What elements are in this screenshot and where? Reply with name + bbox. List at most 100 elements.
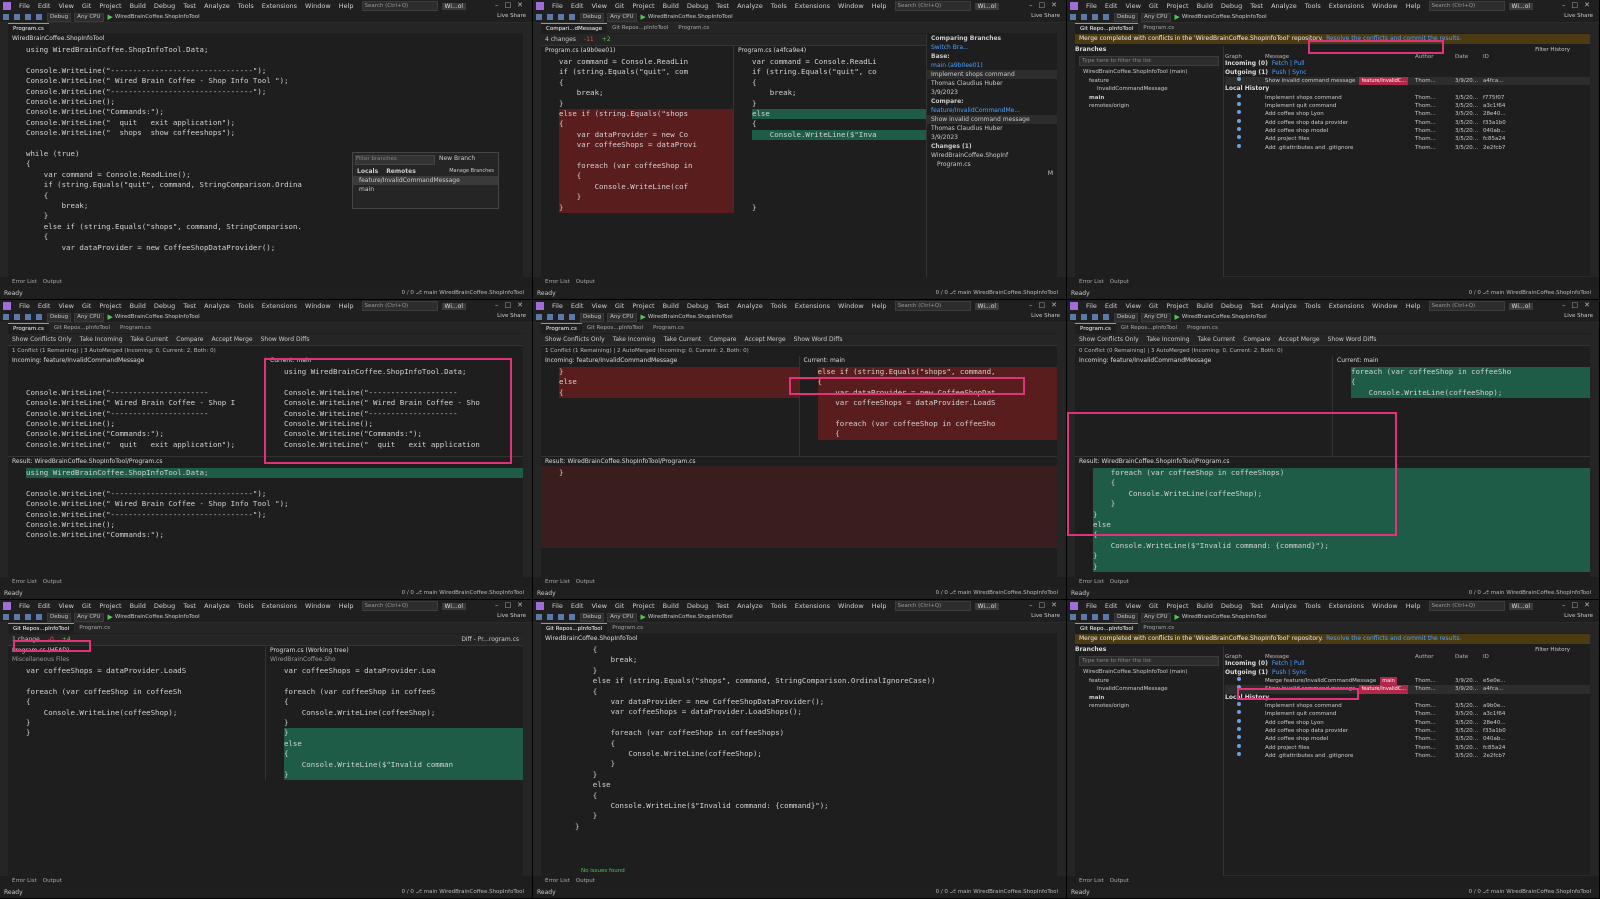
left-tool-strip[interactable] (533, 623, 541, 876)
start-target[interactable]: WiredBrainCoffee.ShopInfoTool (1182, 14, 1267, 20)
toolbar-icon[interactable] (1092, 314, 1098, 320)
diff-viewer[interactable]: 1 change -0 +4 Diff - Pr...rogram.cs Program… (8, 634, 523, 876)
menu-item[interactable]: Extensions (1325, 2, 1368, 10)
menu-item[interactable]: Edit (1101, 602, 1122, 610)
menu-item[interactable]: Edit (34, 602, 55, 610)
start-icon[interactable]: ▶ (641, 613, 646, 621)
window-controls[interactable]: –□✕ (1562, 601, 1596, 609)
commit-row[interactable]: Implement shops command Thom... 3/5/20... a… (1225, 702, 1590, 710)
status-branch[interactable]: main (958, 590, 972, 596)
commit-row[interactable]: Add .gitattributes and .gitignore Thom...… (1225, 143, 1590, 152)
menu-item[interactable]: Extensions (1325, 302, 1368, 310)
toolbar-icon[interactable] (569, 14, 575, 20)
menu-item[interactable]: Git (78, 2, 95, 10)
status-project[interactable]: WiredBrainCoffee.ShopInfoTool (973, 889, 1058, 895)
menu-item[interactable]: View (1121, 302, 1144, 310)
current-pane[interactable]: Current: main else if (string.Equals("sho… (798, 356, 1057, 456)
menu-item[interactable]: View (54, 2, 77, 10)
status-branch[interactable]: main (1491, 590, 1505, 596)
history-column-header[interactable]: Author (1415, 54, 1455, 60)
toolbar-icon[interactable] (547, 14, 553, 20)
menu-item[interactable]: Git (1145, 2, 1162, 10)
toolbar-icon[interactable] (1092, 14, 1098, 20)
incoming-section[interactable]: Incoming (0) Fetch | Pull (1225, 60, 1590, 68)
start-target[interactable]: WiredBrainCoffee.ShopInfoTool (1182, 614, 1267, 620)
toolbar-icon[interactable] (36, 614, 42, 620)
menu-item[interactable]: View (587, 2, 610, 10)
document-tab[interactable]: Program.cs (1182, 323, 1223, 333)
toolbar-icon[interactable] (1081, 614, 1087, 620)
commit-row[interactable]: Add .gitattributes and .gitignore Thom...… (1225, 751, 1590, 760)
menu-item[interactable]: File (548, 302, 567, 310)
window-controls[interactable]: –□✕ (1029, 301, 1063, 309)
document-tab[interactable]: Program.cs (607, 623, 648, 633)
status-counts[interactable]: 0 / 0 (936, 290, 948, 296)
status-project[interactable]: WiredBrainCoffee.ShopInfoTool (1506, 290, 1591, 296)
toolbar-icon[interactable] (536, 14, 542, 20)
branch-tree-node[interactable]: remotes/origin (1075, 102, 1223, 110)
document-tab[interactable]: Git Repo...pInfoTool (1075, 623, 1139, 633)
code-block[interactable]: var command = Console.ReadLin if (string.… (541, 55, 733, 214)
menu-item[interactable]: File (15, 602, 34, 610)
solution-badge[interactable]: Wi...ol (441, 2, 467, 10)
document-tab[interactable]: Program.cs (74, 623, 115, 633)
solution-badge[interactable]: Wi...ol (1508, 2, 1534, 10)
error-list-tab[interactable]: Error List (1079, 878, 1104, 884)
menu-item[interactable]: Analyze (1267, 602, 1301, 610)
menu-item[interactable]: Window (834, 2, 868, 10)
status-project[interactable]: WiredBrainCoffee.ShopInfoTool (973, 590, 1058, 596)
output-tab[interactable]: Output (43, 878, 62, 884)
live-share-button[interactable]: Live Share (1031, 13, 1060, 19)
toolbar-icon[interactable] (558, 314, 564, 320)
menu-item[interactable]: Tools (767, 602, 791, 610)
document-tab[interactable]: Program.cs (8, 23, 49, 33)
status-project[interactable]: WiredBrainCoffee.ShopInfoTool (973, 290, 1058, 296)
history-pane[interactable]: Filter History Graph Message Author Date ID In… (1225, 46, 1590, 277)
menu-item[interactable]: View (54, 302, 77, 310)
compare-pane-line[interactable]: main (a9b0ee01) (927, 61, 1057, 70)
menu-item[interactable]: Git (611, 602, 628, 610)
status-branch[interactable]: main (424, 889, 438, 895)
search-input[interactable]: Search (Ctrl+Q) (1428, 1, 1505, 11)
menu-item[interactable]: Analyze (733, 302, 767, 310)
menu-item[interactable]: Tools (1301, 602, 1325, 610)
start-icon[interactable]: ▶ (1175, 613, 1180, 621)
menu-item[interactable]: Window (301, 602, 335, 610)
menu-item[interactable]: Test (712, 2, 733, 10)
menu-item[interactable]: Debug (1217, 602, 1246, 610)
result-pane[interactable]: Result: WiredBrainCoffee.ShopInfoTool/Pr… (541, 456, 1057, 548)
output-tab[interactable]: Output (1110, 579, 1129, 585)
fetch-pull-links[interactable]: Fetch | Pull (1272, 660, 1305, 667)
start-icon[interactable]: ▶ (1175, 313, 1180, 321)
merge-compare-button[interactable]: Compare (176, 336, 203, 343)
code-block[interactable]: using WiredBrainCoffee.ShopInfoTool.Data… (8, 43, 523, 253)
platform-combo[interactable]: Any CPU (1141, 612, 1171, 622)
configuration-combo[interactable]: Debug (580, 12, 605, 22)
live-share-button[interactable]: Live Share (497, 613, 526, 619)
merge-take-current-button[interactable]: Take Current (664, 336, 702, 343)
menu-item[interactable]: Edit (34, 302, 55, 310)
menu-item[interactable]: Build (659, 302, 683, 310)
solution-badge[interactable]: Wi...ol (974, 302, 1000, 310)
menu-item[interactable]: Debug (683, 2, 712, 10)
menu-item[interactable]: Edit (34, 2, 55, 10)
toolbar-icon[interactable] (1070, 314, 1076, 320)
menu-item[interactable]: Debug (1217, 2, 1246, 10)
menu-item[interactable]: Build (1193, 2, 1217, 10)
platform-combo[interactable]: Any CPU (1141, 12, 1171, 22)
configuration-combo[interactable]: Debug (47, 12, 72, 22)
merge-accept-button[interactable]: Accept Merge (744, 336, 785, 343)
output-tab[interactable]: Output (43, 279, 62, 285)
push-sync-links[interactable]: Push | Sync (1272, 669, 1307, 676)
commit-row[interactable]: Add coffee shop data provider Thom... 3/5/… (1225, 118, 1590, 127)
branch-tree-node[interactable]: InvalidCommandMessage (1075, 685, 1223, 693)
code-editor[interactable]: WiredBrainCoffee.ShopInfoTool { break; }… (541, 634, 1057, 876)
platform-combo[interactable]: Any CPU (607, 612, 637, 622)
menu-item[interactable]: Window (834, 302, 868, 310)
menu-item[interactable]: Analyze (200, 302, 234, 310)
right-tool-strip[interactable] (1057, 623, 1066, 876)
toolbar-icon[interactable] (1103, 614, 1109, 620)
diff-right-pane[interactable]: Program.cs (a4fca9e4) var command = Conso… (733, 46, 926, 214)
merge-take-incoming-button[interactable]: Take Incoming (1147, 336, 1190, 343)
result-pane[interactable]: Result: WiredBrainCoffee.ShopInfoTool/Pr… (8, 456, 523, 541)
